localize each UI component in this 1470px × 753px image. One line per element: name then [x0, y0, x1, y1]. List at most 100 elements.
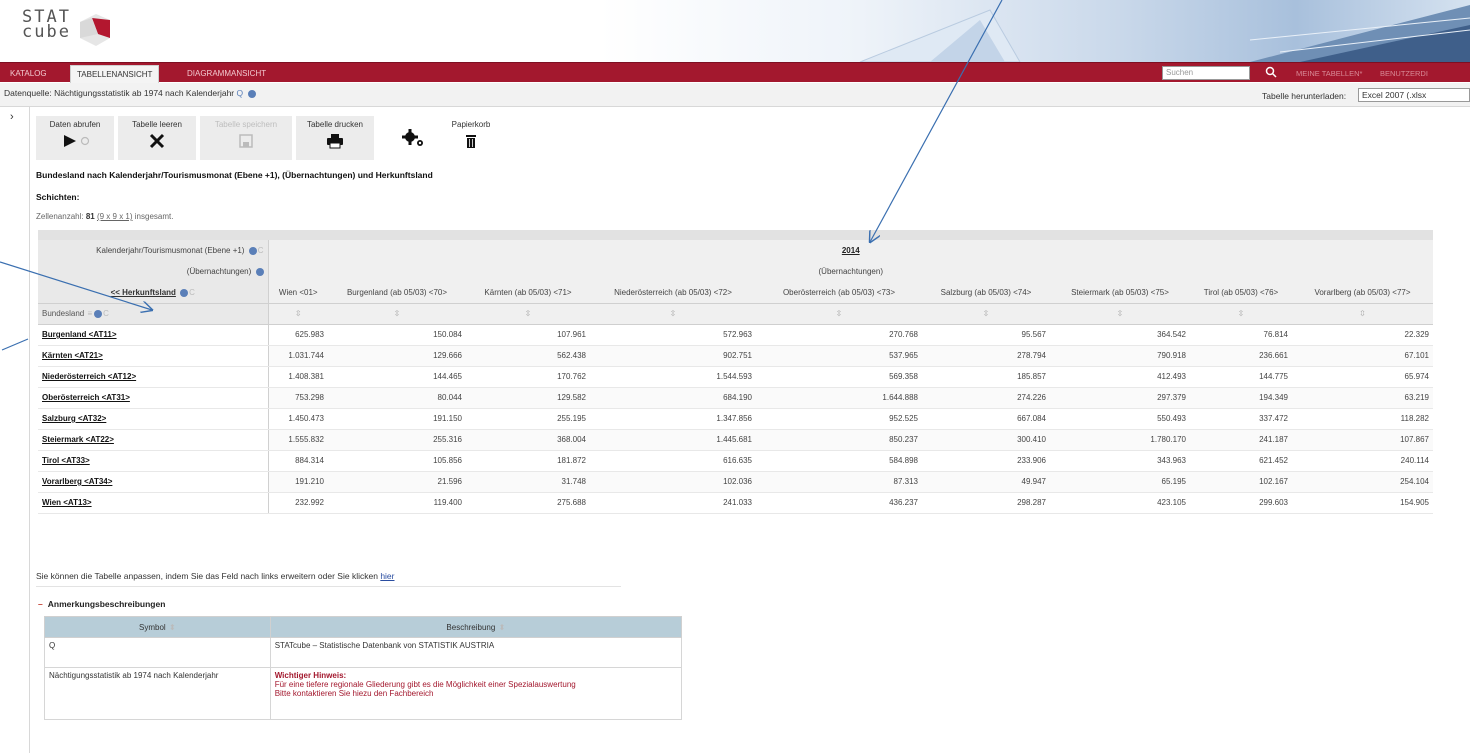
papierkorb-button[interactable]: Papierkorb: [446, 116, 496, 160]
table-cell: 144.465: [328, 366, 466, 388]
sort-icon[interactable]: C: [103, 309, 109, 318]
tab-diagrammansicht[interactable]: DIAGRAMMANSICHT: [181, 65, 272, 83]
table-cell: 299.603: [1190, 492, 1292, 514]
table-cell: 194.349: [1190, 387, 1292, 409]
sort-icon[interactable]: ⬍: [169, 623, 176, 632]
table-cell: 550.493: [1050, 408, 1190, 430]
zellenanzahl-suffix: insgesamt.: [134, 212, 174, 221]
info-icon[interactable]: [94, 309, 103, 318]
sort-icon[interactable]: ⇳: [1292, 303, 1433, 325]
sort-icon[interactable]: C: [189, 288, 195, 297]
beschreibung-column-header[interactable]: Beschreibung ⬍: [269, 616, 683, 638]
anmerkungen-table: Symbol ⬍ Beschreibung ⬍ Q STATcube – Sta…: [44, 616, 683, 720]
table-row: Niederösterreich <AT12> 1.408.381 144.465 1…: [38, 366, 1433, 388]
pivot-column-header-row: << Herkunftsland C Wien <01> Burgenland (…: [38, 282, 1433, 304]
beschreibung-cell: Wichtiger Hinweis: Für eine tiefere regi…: [269, 667, 683, 720]
column-header[interactable]: Burgenland (ab 05/03) <70>: [328, 282, 466, 304]
meine-tabellen-link[interactable]: MEINE TABELLEN*: [1296, 65, 1362, 83]
table-cell: 625.983: [268, 324, 328, 346]
symbol-header-label: Symbol: [139, 622, 166, 632]
sort-icon[interactable]: ⇳: [268, 303, 328, 325]
sort-icon[interactable]: ⇳: [590, 303, 756, 325]
row-label-link[interactable]: Steiermark <AT22>: [38, 429, 269, 451]
info-icon[interactable]: [248, 246, 257, 255]
row-dim-herkunftsland[interactable]: << Herkunftsland C: [38, 282, 269, 304]
sort-icon[interactable]: ⇳: [756, 303, 922, 325]
sort-icon[interactable]: ⇳: [1190, 303, 1292, 325]
settings-button[interactable]: [396, 116, 432, 160]
table-cell: 22.329: [1292, 324, 1433, 346]
table-cell: 129.666: [328, 345, 466, 367]
tabelle-speichern-button[interactable]: Tabelle speichern: [200, 116, 292, 160]
row-label-link[interactable]: Burgenland <AT11>: [38, 324, 269, 346]
pivot-header-year-row: Kalenderjahr/Tourismusmonat (Ebene +1) C…: [38, 240, 1433, 261]
search-input[interactable]: Suchen: [1162, 66, 1250, 80]
table-cell: 119.400: [328, 492, 466, 514]
sort-icon[interactable]: ⬍: [499, 623, 506, 632]
tabelle-leeren-button[interactable]: Tabelle leeren: [118, 116, 196, 160]
beschreibung-cell: STATcube – Statistische Datenbank von ST…: [269, 637, 683, 668]
table-cell: 850.237: [756, 429, 922, 451]
table-cell: 80.044: [328, 387, 466, 409]
anmerkungen-title[interactable]: – Anmerkungsbeschreibungen: [38, 599, 165, 609]
sort-icon[interactable]: ⇳: [328, 303, 466, 325]
table-cell: 684.190: [590, 387, 756, 409]
main-nav: KATALOG TABELLENANSICHT DIAGRAMMANSICHT …: [0, 62, 1470, 83]
sort-icon[interactable]: ⇳: [922, 303, 1050, 325]
row-dim-bundesland[interactable]: Bundesland ≡ C: [38, 303, 269, 325]
table-row: Nächtigungsstatistik ab 1974 nach Kalend…: [44, 667, 683, 720]
column-header[interactable]: Wien <01>: [268, 282, 328, 304]
row-label-link[interactable]: Vorarlberg <AT34>: [38, 471, 269, 493]
tabelle-drucken-button[interactable]: Tabelle drucken: [296, 116, 374, 160]
sort-icon[interactable]: C: [258, 246, 264, 255]
row-label-link[interactable]: Salzburg <AT32>: [38, 408, 269, 430]
q-symbol-icon[interactable]: Q: [237, 88, 244, 98]
hint-link[interactable]: hier: [380, 571, 394, 581]
sort-icon[interactable]: ⇳: [466, 303, 590, 325]
save-disk-icon: [239, 134, 253, 148]
logo[interactable]: STAT cube: [22, 9, 71, 41]
column-header[interactable]: Niederösterreich (ab 05/03) <72>: [590, 282, 756, 304]
table-cell: 569.358: [756, 366, 922, 388]
search-icon[interactable]: [1265, 66, 1277, 78]
year-link[interactable]: 2014: [842, 246, 860, 255]
table-cell: 902.751: [590, 345, 756, 367]
expand-panel-icon[interactable]: ›: [10, 111, 14, 123]
column-header[interactable]: Oberösterreich (ab 05/03) <73>: [756, 282, 922, 304]
row-dim-uebernachtungen[interactable]: (Übernachtungen): [38, 261, 269, 282]
column-header[interactable]: Vorarlberg (ab 05/03) <77>: [1292, 282, 1433, 304]
tab-tabellenansicht[interactable]: TABELLENANSICHT: [70, 65, 160, 83]
table-cell: 63.219: [1292, 387, 1433, 409]
table-cell: 65.195: [1050, 471, 1190, 493]
row-label-link[interactable]: Niederösterreich <AT12>: [38, 366, 269, 388]
toolbar: Daten abrufen Tabelle leeren Tabelle spe…: [36, 116, 596, 160]
table-cell: 102.167: [1190, 471, 1292, 493]
column-header[interactable]: Steiermark (ab 05/03) <75>: [1050, 282, 1190, 304]
table-cell: 337.472: [1190, 408, 1292, 430]
tab-katalog[interactable]: KATALOG: [4, 65, 53, 83]
tabelle-drucken-label: Tabelle drucken: [306, 120, 364, 129]
row-dim-kalenderjahr[interactable]: Kalenderjahr/Tourismusmonat (Ebene +1) C: [38, 240, 269, 261]
hint-line: Sie können die Tabelle anpassen, indem S…: [36, 571, 395, 581]
sort-icon[interactable]: ⇳: [1050, 303, 1190, 325]
download-format-select[interactable]: Excel 2007 (.xlsx: [1358, 88, 1470, 102]
table-cell: 753.298: [268, 387, 328, 409]
herkunftsland-link[interactable]: << Herkunftsland: [111, 288, 176, 297]
table-cell: 254.104: [1292, 471, 1433, 493]
info-icon[interactable]: [247, 89, 256, 98]
row-label-link[interactable]: Kärnten <AT21>: [38, 345, 269, 367]
symbol-column-header[interactable]: Symbol ⬍: [44, 616, 271, 638]
benutzer-link[interactable]: BENUTZERDI: [1380, 65, 1428, 83]
column-header[interactable]: Tirol (ab 05/03) <76>: [1190, 282, 1292, 304]
row-label-link[interactable]: Oberösterreich <AT31>: [38, 387, 269, 409]
info-icon[interactable]: [180, 288, 189, 297]
column-header[interactable]: Kärnten (ab 05/03) <71>: [466, 282, 590, 304]
daten-abrufen-button[interactable]: Daten abrufen: [36, 116, 114, 160]
sort-icon[interactable]: ≡: [88, 309, 93, 318]
row-label-link[interactable]: Tirol <AT33>: [38, 450, 269, 472]
column-header[interactable]: Salzburg (ab 05/03) <74>: [922, 282, 1050, 304]
collapse-toggle-icon[interactable]: –: [38, 599, 43, 609]
info-icon[interactable]: [255, 267, 264, 276]
row-label-link[interactable]: Wien <AT13>: [38, 492, 269, 514]
zellenanzahl-dims-link[interactable]: (9 x 9 x 1): [97, 212, 133, 221]
